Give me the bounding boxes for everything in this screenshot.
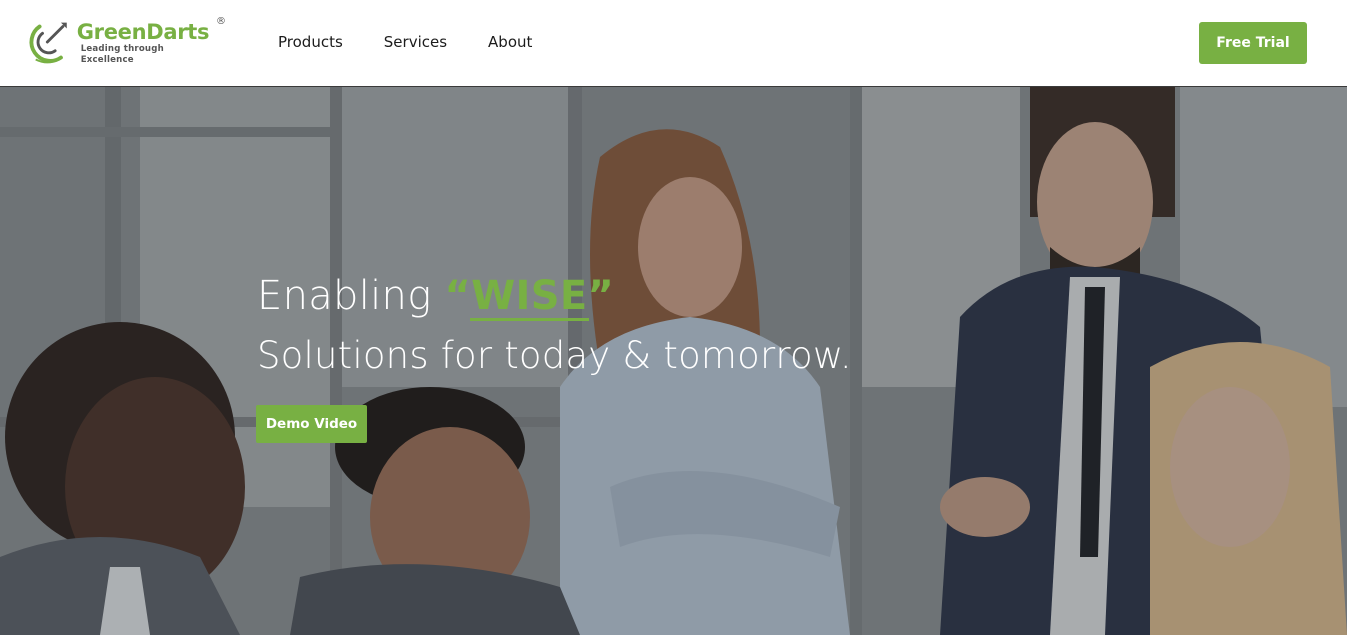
brand-name-part1: Green	[76, 20, 147, 44]
main-nav: Products Services About	[278, 33, 573, 51]
free-trial-button[interactable]: Free Trial	[1199, 22, 1307, 64]
highlight-underline	[469, 318, 590, 321]
headline-highlight: “WISE”	[444, 272, 615, 321]
headline-line1: Enabling “WISE”	[257, 272, 852, 321]
dart-target-icon	[29, 22, 67, 64]
headline-highlight-text: “WISE”	[444, 273, 615, 319]
brand-tagline: Leading through Excellence	[80, 44, 164, 65]
brand-logo[interactable]: GreenDarts ® Leading through Excellence	[26, 16, 226, 66]
hero-section: Enabling “WISE” Solutions for today & to…	[0, 87, 1347, 635]
headline-prefix: Enabling	[257, 273, 445, 319]
brand-name-part2: Darts	[146, 20, 210, 44]
headline-line2: Solutions for today & tomorrow.	[257, 334, 852, 377]
hero-headline: Enabling “WISE” Solutions for today & to…	[257, 272, 852, 380]
site-header: GreenDarts ® Leading through Excellence …	[0, 0, 1347, 87]
nav-products[interactable]: Products	[278, 33, 343, 51]
nav-services[interactable]: Services	[384, 33, 447, 51]
brand-name: GreenDarts	[77, 20, 216, 44]
demo-video-button[interactable]: Demo Video	[256, 405, 367, 443]
nav-about[interactable]: About	[488, 33, 532, 51]
registered-mark: ®	[216, 16, 226, 27]
